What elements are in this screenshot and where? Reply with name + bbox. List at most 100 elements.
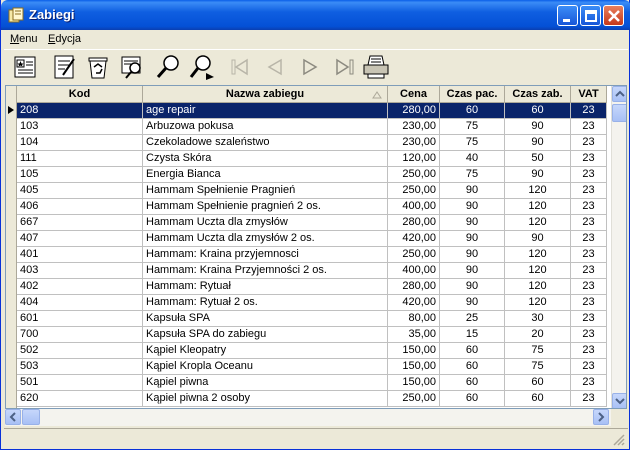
scroll-up-button[interactable] [612, 86, 626, 102]
printer-icon[interactable] [362, 53, 390, 81]
cell-cena[interactable]: 400,00 [388, 263, 440, 279]
card-icon[interactable] [12, 53, 40, 81]
menu-menu[interactable]: Menu [10, 33, 38, 45]
table-row[interactable]: 402 Hammam: Rytuał 280,00 90 120 23 [17, 279, 607, 295]
cell-zab[interactable]: 90 [505, 167, 571, 183]
cell-cena[interactable]: 420,00 [388, 295, 440, 311]
cell-vat[interactable]: 23 [571, 199, 607, 215]
cell-name[interactable]: Hammam: Rytuał [143, 279, 388, 295]
cell-pac[interactable]: 25 [440, 311, 505, 327]
cell-vat[interactable]: 23 [571, 215, 607, 231]
last-record-icon[interactable] [331, 53, 359, 81]
cell-kod[interactable]: 402 [17, 279, 143, 295]
table-row[interactable]: 620 Kąpiel piwna 2 osoby 250,00 60 60 23 [17, 391, 607, 407]
cell-cena[interactable]: 230,00 [388, 135, 440, 151]
cell-cena[interactable]: 250,00 [388, 167, 440, 183]
table-row[interactable]: 503 Kąpiel Kropla Oceanu 150,00 60 75 23 [17, 359, 607, 375]
cell-vat[interactable]: 23 [571, 295, 607, 311]
cell-pac[interactable]: 75 [440, 135, 505, 151]
cell-zab[interactable]: 120 [505, 247, 571, 263]
cell-name[interactable]: age repair [143, 103, 388, 119]
cell-zab[interactable]: 60 [505, 391, 571, 407]
prev-record-icon[interactable] [261, 53, 289, 81]
cell-cena[interactable]: 250,00 [388, 391, 440, 407]
cell-pac[interactable]: 60 [440, 359, 505, 375]
cell-vat[interactable]: 23 [571, 151, 607, 167]
cell-cena[interactable]: 120,00 [388, 151, 440, 167]
cell-kod[interactable]: 404 [17, 295, 143, 311]
table-row[interactable]: 401 Hammam: Kraina przyjemnosci 250,00 90 12… [17, 247, 607, 263]
cell-pac[interactable]: 75 [440, 167, 505, 183]
cell-pac[interactable]: 90 [440, 183, 505, 199]
cell-vat[interactable]: 23 [571, 311, 607, 327]
cell-zab[interactable]: 20 [505, 327, 571, 343]
scroll-thumb[interactable] [612, 104, 626, 122]
cell-zab[interactable]: 120 [505, 215, 571, 231]
cell-cena[interactable]: 280,00 [388, 215, 440, 231]
cell-cena[interactable]: 150,00 [388, 343, 440, 359]
scroll-right-button[interactable] [593, 409, 609, 425]
search-list-icon[interactable] [119, 53, 147, 81]
cell-cena[interactable]: 280,00 [388, 279, 440, 295]
table-row[interactable]: 601 Kapsuła SPA 80,00 25 30 23 [17, 311, 607, 327]
cell-vat[interactable]: 23 [571, 391, 607, 407]
cell-zab[interactable]: 60 [505, 375, 571, 391]
cell-pac[interactable]: 60 [440, 103, 505, 119]
cell-cena[interactable]: 80,00 [388, 311, 440, 327]
cell-vat[interactable]: 23 [571, 167, 607, 183]
table-row[interactable]: 104 Czekoladowe szaleństwo 230,00 75 90 23 [17, 135, 607, 151]
cell-pac[interactable]: 90 [440, 247, 505, 263]
minimize-button[interactable] [557, 5, 578, 26]
cell-name[interactable]: Hammam: Rytuał 2 os. [143, 295, 388, 311]
cell-zab[interactable]: 90 [505, 135, 571, 151]
cell-cena[interactable]: 400,00 [388, 199, 440, 215]
table-row[interactable]: 667 Hammam Uczta dla zmysłów 280,00 90 120 23 [17, 215, 607, 231]
cell-kod[interactable]: 501 [17, 375, 143, 391]
table-row[interactable]: 700 Kapsuła SPA do zabiegu 35,00 15 20 23 [17, 327, 607, 343]
cell-name[interactable]: Hammam Uczta dla zmysłów 2 os. [143, 231, 388, 247]
column-header-czas-pac[interactable]: Czas pac. [440, 86, 505, 103]
magnifier-icon[interactable] [154, 53, 182, 81]
column-header-cena[interactable]: Cena [388, 86, 440, 103]
table-row[interactable]: 407 Hammam Uczta dla zmysłów 2 os. 420,00 9… [17, 231, 607, 247]
cell-zab[interactable]: 60 [505, 103, 571, 119]
table-row[interactable]: 111 Czysta Skóra 120,00 40 50 23 [17, 151, 607, 167]
column-header-nazwa[interactable]: Nazwa zabiegu [143, 86, 388, 103]
treatments-grid[interactable]: Kod Nazwa zabiegu Cena Czas pac. Czas za… [5, 85, 627, 409]
table-row[interactable]: 406 Hammam Spełnienie pragnień 2 os. 400,0… [17, 199, 607, 215]
column-header-kod[interactable]: Kod [17, 86, 143, 103]
horizontal-scrollbar[interactable] [5, 409, 611, 426]
title-bar[interactable]: Zabiegi [1, 0, 630, 30]
cell-vat[interactable]: 23 [571, 327, 607, 343]
cell-pac[interactable]: 90 [440, 295, 505, 311]
cell-kod[interactable]: 403 [17, 263, 143, 279]
cell-name[interactable]: Hammam: Kraina przyjemnosci [143, 247, 388, 263]
maximize-button[interactable] [580, 5, 601, 26]
cell-cena[interactable]: 150,00 [388, 375, 440, 391]
cell-name[interactable]: Kąpiel piwna [143, 375, 388, 391]
cell-vat[interactable]: 23 [571, 359, 607, 375]
cell-name[interactable]: Energia Bianca [143, 167, 388, 183]
cell-kod[interactable]: 104 [17, 135, 143, 151]
cell-pac[interactable]: 75 [440, 119, 505, 135]
cell-cena[interactable]: 280,00 [388, 103, 440, 119]
cell-vat[interactable]: 23 [571, 183, 607, 199]
cell-name[interactable]: Arbuzowa pokusa [143, 119, 388, 135]
cell-name[interactable]: Kapsuła SPA do zabiegu [143, 327, 388, 343]
scroll-down-button[interactable] [612, 393, 626, 408]
cell-vat[interactable]: 23 [571, 375, 607, 391]
edit-note-icon[interactable] [51, 53, 79, 81]
cell-zab[interactable]: 90 [505, 119, 571, 135]
first-record-icon[interactable] [226, 53, 254, 81]
horizontal-scroll-thumb[interactable] [22, 409, 40, 425]
cell-name[interactable]: Kąpiel Kleopatry [143, 343, 388, 359]
cell-name[interactable]: Hammam: Kraina Przyjemności 2 os. [143, 263, 388, 279]
cell-vat[interactable]: 23 [571, 247, 607, 263]
cell-zab[interactable]: 30 [505, 311, 571, 327]
cell-cena[interactable]: 250,00 [388, 183, 440, 199]
cell-kod[interactable]: 401 [17, 247, 143, 263]
cell-kod[interactable]: 407 [17, 231, 143, 247]
cell-zab[interactable]: 75 [505, 359, 571, 375]
table-row[interactable]: 405 Hammam Spełnienie Pragnień 250,00 90 120… [17, 183, 607, 199]
cell-pac[interactable]: 90 [440, 215, 505, 231]
